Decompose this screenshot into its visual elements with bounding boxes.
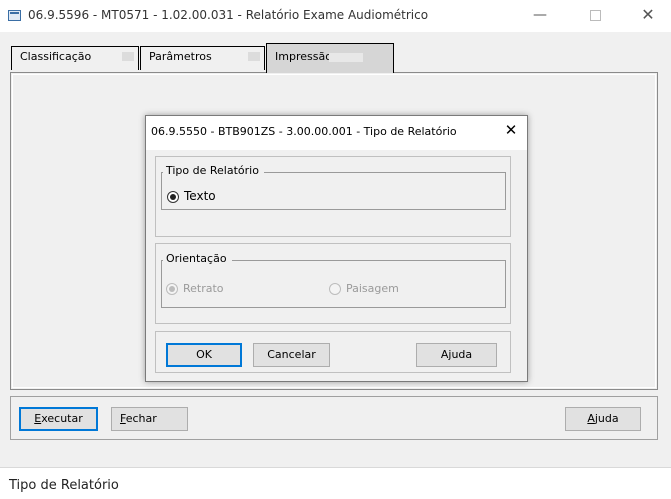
minimize-button[interactable]: — (523, 4, 557, 28)
executar-button[interactable]: Executar (19, 407, 98, 431)
tab-label: Classificação (20, 50, 92, 63)
tab-label: Parâmetros (149, 50, 212, 63)
button-label: juda (594, 412, 619, 425)
dialog-body: Tipo de Relatório Texto Orientação Retra… (146, 150, 527, 381)
dialog-ajuda-button[interactable]: Ajuda (416, 343, 497, 367)
ajuda-button[interactable]: Ajuda (565, 407, 641, 431)
tipo-legend: Tipo de Relatório (163, 164, 264, 177)
cancelar-button[interactable]: Cancelar (253, 343, 330, 367)
maximize-button[interactable] (578, 4, 612, 28)
window-title: 06.9.5596 - MT0571 - 1.02.00.031 - Relat… (28, 8, 429, 22)
hotkey: A (587, 412, 595, 425)
paisagem-label[interactable]: Paisagem (346, 282, 399, 295)
retrato-radio[interactable] (166, 283, 178, 295)
tipo-relatorio-dialog: 06.9.5550 - BTB901ZS - 3.00.00.001 - Tip… (145, 115, 528, 382)
tab-impressao[interactable]: Impressão (266, 43, 394, 73)
ok-button[interactable]: OK (166, 343, 242, 367)
button-label: xecutar (41, 412, 83, 425)
texto-label[interactable]: Texto (184, 189, 216, 203)
button-panel (10, 396, 658, 440)
tab-label: Impressão (275, 50, 332, 63)
dialog-title: 06.9.5550 - BTB901ZS - 3.00.00.001 - Tip… (151, 125, 457, 138)
tab-bar (248, 52, 260, 61)
tab-parametros[interactable]: Parâmetros (140, 46, 265, 70)
tab-bar (329, 53, 363, 62)
tab-bar (122, 52, 134, 61)
title-bar: 06.9.5596 - MT0571 - 1.02.00.031 - Relat… (0, 0, 671, 32)
texto-radio[interactable] (167, 191, 179, 203)
close-button[interactable]: ✕ (631, 4, 665, 28)
button-label: echar (125, 412, 157, 425)
fechar-button[interactable]: Fechar (111, 407, 188, 431)
maximize-icon (589, 10, 601, 21)
dialog-close-button[interactable]: ✕ (501, 120, 521, 140)
retrato-label[interactable]: Retrato (183, 282, 224, 295)
app-icon (8, 10, 21, 21)
status-text: Tipo de Relatório (9, 478, 119, 493)
tab-classificacao[interactable]: Classificação (11, 46, 139, 70)
status-separator (0, 467, 671, 468)
paisagem-radio[interactable] (329, 283, 341, 295)
orientacao-legend: Orientação (163, 252, 232, 265)
